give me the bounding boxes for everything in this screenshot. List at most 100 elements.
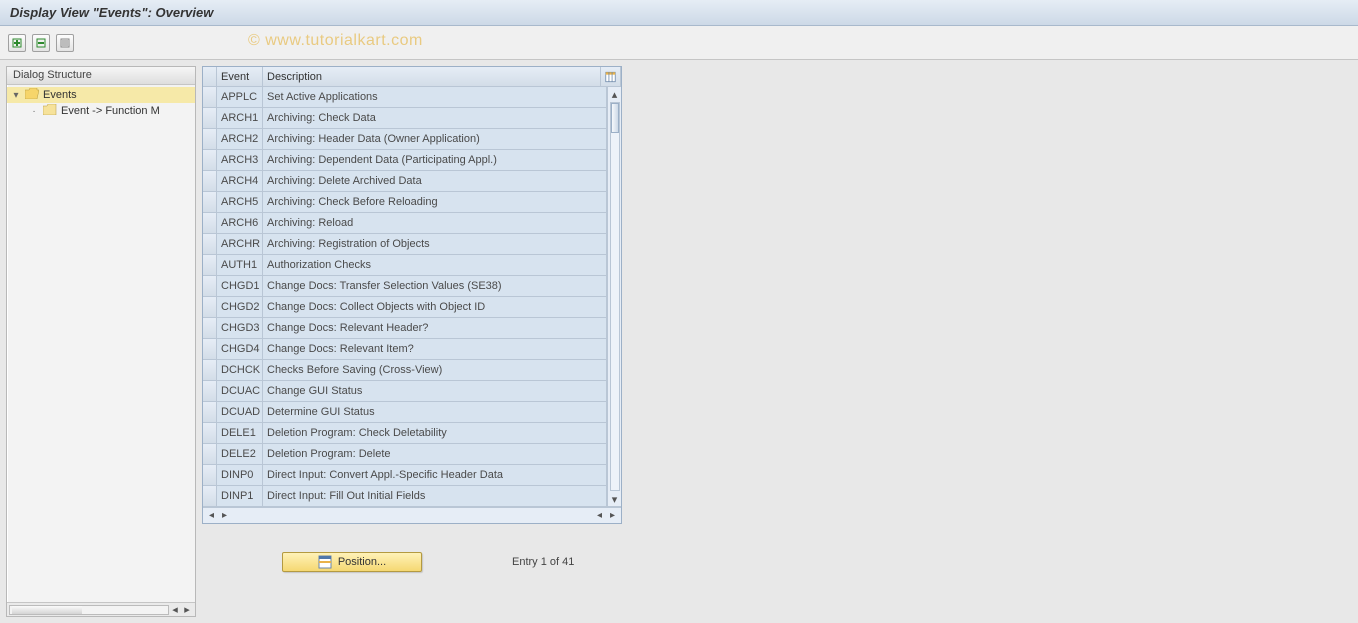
cell-description: Archiving: Delete Archived Data — [263, 171, 607, 191]
row-selector[interactable] — [203, 108, 217, 128]
scroll-down-icon[interactable]: ▾ — [609, 492, 621, 506]
column-header-event[interactable]: Event — [217, 67, 263, 86]
row-selector[interactable] — [203, 171, 217, 191]
toolbar-button-2[interactable] — [32, 34, 50, 52]
table-row[interactable]: ARCH4 Archiving: Delete Archived Data — [203, 171, 607, 192]
cell-description: Archiving: Reload — [263, 213, 607, 233]
cell-event: APPLC — [217, 87, 263, 107]
table-row[interactable]: DINP0 Direct Input: Convert Appl.-Specif… — [203, 465, 607, 486]
table-row[interactable]: DELE2 Deletion Program: Delete — [203, 444, 607, 465]
toolbar-button-3[interactable] — [56, 34, 74, 52]
row-selector[interactable] — [203, 276, 217, 296]
table-row[interactable]: ARCH2 Archiving: Header Data (Owner Appl… — [203, 129, 607, 150]
row-selector-header[interactable] — [203, 67, 217, 86]
scroll-right-icon[interactable]: ▸ — [181, 604, 193, 616]
cell-description: Change Docs: Relevant Header? — [263, 318, 607, 338]
cell-description: Archiving: Registration of Objects — [263, 234, 607, 254]
row-selector[interactable] — [203, 87, 217, 107]
cell-event: DELE2 — [217, 444, 263, 464]
row-selector[interactable] — [203, 381, 217, 401]
table-row[interactable]: DINP1 Direct Input: Fill Out Initial Fie… — [203, 486, 607, 507]
cell-description: Deletion Program: Check Deletability — [263, 423, 607, 443]
scroll-right-icon[interactable]: ▸ — [606, 510, 619, 521]
position-button[interactable]: Position... — [282, 552, 422, 572]
row-selector[interactable] — [203, 297, 217, 317]
cell-event: CHGD3 — [217, 318, 263, 338]
cell-description: Archiving: Check Data — [263, 108, 607, 128]
table-row[interactable]: CHGD2 Change Docs: Collect Objects with … — [203, 297, 607, 318]
table-row[interactable]: DCHCK Checks Before Saving (Cross-View) — [203, 360, 607, 381]
row-selector[interactable] — [203, 255, 217, 275]
collapse-subtree-icon — [36, 38, 46, 48]
dialog-structure-header: Dialog Structure — [7, 67, 195, 85]
cell-event: ARCH6 — [217, 213, 263, 233]
row-selector[interactable] — [203, 486, 217, 506]
cell-event: DCHCK — [217, 360, 263, 380]
row-selector[interactable] — [203, 318, 217, 338]
table-config-button[interactable] — [601, 67, 621, 86]
row-selector[interactable] — [203, 465, 217, 485]
row-selector[interactable] — [203, 402, 217, 422]
table-row[interactable]: ARCH1 Archiving: Check Data — [203, 108, 607, 129]
table-row[interactable]: AUTH1 Authorization Checks — [203, 255, 607, 276]
table-row[interactable]: ARCH5 Archiving: Check Before Reloading — [203, 192, 607, 213]
table-row[interactable]: DELE1 Deletion Program: Check Deletabili… — [203, 423, 607, 444]
row-selector[interactable] — [203, 444, 217, 464]
scroll-up-icon[interactable]: ▴ — [609, 87, 621, 101]
dialog-structure-panel: Dialog Structure ▾ Events · Event -> Fun… — [6, 66, 196, 617]
table-row[interactable]: ARCHR Archiving: Registration of Objects — [203, 234, 607, 255]
table-row[interactable]: CHGD1 Change Docs: Transfer Selection Va… — [203, 276, 607, 297]
cell-event: DELE1 — [217, 423, 263, 443]
folder-open-icon — [25, 88, 39, 102]
table-settings-icon — [605, 70, 616, 84]
scroll-right-icon[interactable]: ▸ — [218, 510, 231, 521]
column-header-description[interactable]: Description — [263, 67, 601, 86]
cell-description: Change GUI Status — [263, 381, 607, 401]
scroll-left-icon[interactable]: ◂ — [205, 510, 218, 521]
cell-description: Authorization Checks — [263, 255, 607, 275]
table-row[interactable]: CHGD4 Change Docs: Relevant Item? — [203, 339, 607, 360]
row-selector[interactable] — [203, 150, 217, 170]
table-row[interactable]: DCUAD Determine GUI Status — [203, 402, 607, 423]
entry-counter: Entry 1 of 41 — [512, 556, 574, 568]
cell-description: Checks Before Saving (Cross-View) — [263, 360, 607, 380]
tree-node-event-function[interactable]: · Event -> Function M — [7, 103, 195, 119]
cell-event: CHGD4 — [217, 339, 263, 359]
cell-description: Deletion Program: Delete — [263, 444, 607, 464]
cell-description: Archiving: Header Data (Owner Applicatio… — [263, 129, 607, 149]
row-selector[interactable] — [203, 213, 217, 233]
tree-horizontal-scrollbar[interactable]: ◂ ▸ — [7, 602, 195, 616]
cell-description: Set Active Applications — [263, 87, 607, 107]
table-row[interactable]: APPLC Set Active Applications — [203, 87, 607, 108]
list-icon — [60, 38, 70, 48]
position-icon — [318, 555, 332, 569]
table-horizontal-scrollbar[interactable]: ◂ ▸ ◂ ▸ — [203, 507, 621, 523]
row-selector[interactable] — [203, 339, 217, 359]
folder-closed-icon — [43, 104, 57, 118]
table-row[interactable]: ARCH6 Archiving: Reload — [203, 213, 607, 234]
row-selector[interactable] — [203, 234, 217, 254]
cell-description: Determine GUI Status — [263, 402, 607, 422]
table-row[interactable]: CHGD3 Change Docs: Relevant Header? — [203, 318, 607, 339]
window-title-bar: Display View "Events": Overview — [0, 0, 1358, 26]
table-vertical-scrollbar[interactable]: ▴ ▾ — [607, 87, 621, 507]
tree-node-label: Events — [43, 89, 77, 101]
table-row[interactable]: DCUAC Change GUI Status — [203, 381, 607, 402]
tree-node-events[interactable]: ▾ Events — [7, 87, 195, 103]
tree-expand-icon[interactable]: ▾ — [11, 90, 21, 101]
row-selector[interactable] — [203, 192, 217, 212]
row-selector[interactable] — [203, 360, 217, 380]
cell-description: Direct Input: Convert Appl.-Specific Hea… — [263, 465, 607, 485]
row-selector[interactable] — [203, 129, 217, 149]
cell-event: ARCH2 — [217, 129, 263, 149]
position-button-label: Position... — [338, 556, 386, 568]
row-selector[interactable] — [203, 423, 217, 443]
cell-event: DCUAD — [217, 402, 263, 422]
cell-event: DCUAC — [217, 381, 263, 401]
scroll-left-icon[interactable]: ◂ — [593, 510, 606, 521]
table-row[interactable]: ARCH3 Archiving: Dependent Data (Partici… — [203, 150, 607, 171]
cell-description: Archiving: Dependent Data (Participating… — [263, 150, 607, 170]
scroll-left-icon[interactable]: ◂ — [169, 604, 181, 616]
watermark-text: © www.tutorialkart.com — [248, 32, 423, 50]
toolbar-button-1[interactable] — [8, 34, 26, 52]
